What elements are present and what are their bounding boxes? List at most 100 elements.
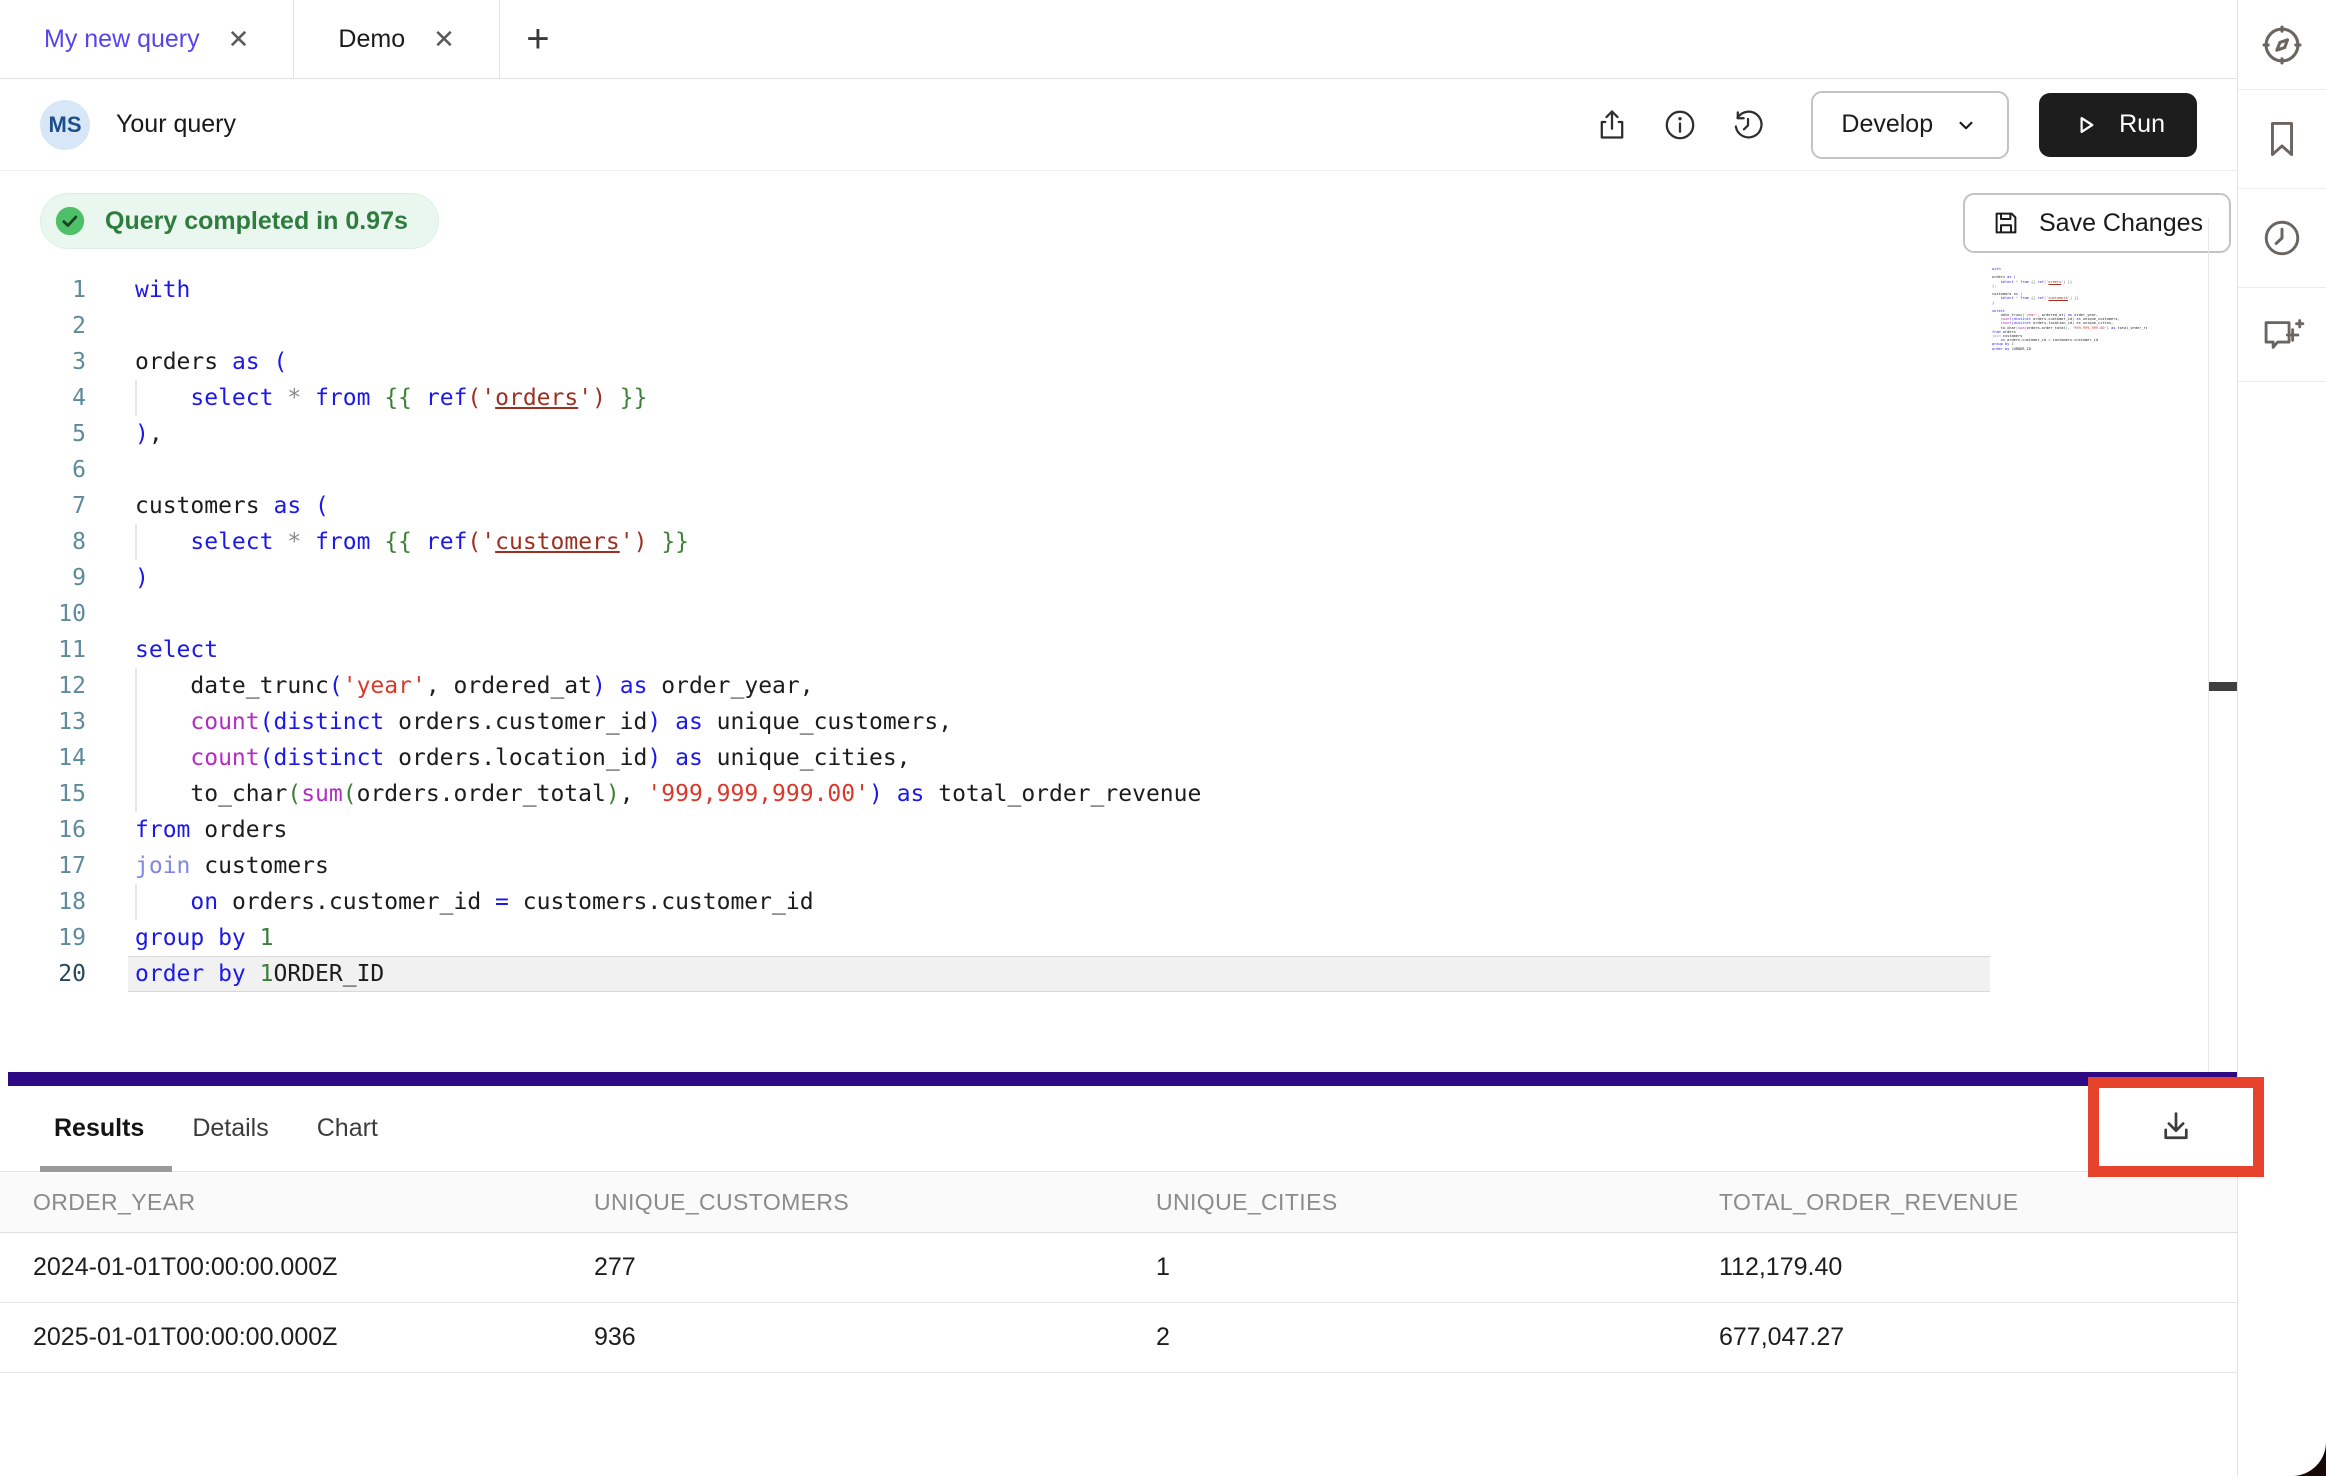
history-icon[interactable]	[1725, 102, 1771, 148]
download-icon	[2157, 1108, 2195, 1146]
info-icon[interactable]	[1657, 102, 1703, 148]
close-icon[interactable]: ✕	[433, 26, 455, 52]
code-line[interactable]: 3 orders as (	[0, 344, 2208, 380]
editor-scrollbar-thumb[interactable]	[2209, 682, 2237, 691]
pane-resize-divider[interactable]	[8, 1072, 2237, 1086]
column-header[interactable]: UNIQUE_CITIES	[1156, 1189, 1719, 1216]
code-text: select * from {{ ref('orders') }}	[135, 380, 647, 416]
code-text: group by 1	[135, 920, 274, 956]
column-header[interactable]: TOTAL_ORDER_REVENUE	[1719, 1189, 2237, 1216]
code-text: customers as (	[135, 488, 329, 524]
develop-button[interactable]: Develop	[1811, 91, 2009, 159]
compass-icon[interactable]	[2238, 0, 2326, 90]
line-number: 15	[0, 776, 86, 812]
save-changes-button[interactable]: Save Changes	[1963, 193, 2231, 253]
line-number: 8	[0, 524, 86, 560]
code-text: date_trunc('year', ordered_at) as order_…	[135, 668, 814, 704]
code-line[interactable]: 9)	[0, 560, 2208, 596]
sql-editor[interactable]: 1with23orders as (4 select * from {{ ref…	[0, 272, 2208, 992]
run-label: Run	[2119, 110, 2165, 139]
line-number: 12	[0, 668, 86, 704]
close-icon[interactable]: ✕	[228, 26, 250, 52]
results-table-header: ORDER_YEARUNIQUE_CUSTOMERSUNIQUE_CITIEST…	[0, 1173, 2237, 1233]
clock-icon[interactable]	[2238, 189, 2326, 288]
save-icon	[1991, 208, 2021, 238]
code-line[interactable]: 2	[0, 308, 2208, 344]
tab-bar: My new query ✕ Demo ✕ +	[0, 0, 2237, 79]
code-line[interactable]: 5),	[0, 416, 2208, 452]
tab-demo[interactable]: Demo ✕	[294, 0, 499, 78]
run-button[interactable]: Run	[2039, 93, 2197, 157]
code-text: from orders	[135, 812, 287, 848]
code-line[interactable]: 12 date_trunc('year', ordered_at) as ord…	[0, 668, 2208, 704]
results-tab-results[interactable]: Results	[54, 1114, 144, 1143]
code-text: join customers	[135, 848, 329, 884]
editor-scrollbar-track	[2208, 218, 2209, 1072]
code-line[interactable]: 13 count(distinct orders.customer_id) as…	[0, 704, 2208, 740]
code-line[interactable]: 4 select * from {{ ref('orders') }}	[0, 380, 2208, 416]
check-circle-icon	[53, 204, 87, 238]
code-line[interactable]: 8 select * from {{ ref('customers') }}	[0, 524, 2208, 560]
code-text: on orders.customer_id = customers.custom…	[135, 884, 814, 920]
table-cell: 2024-01-01T00:00:00.000Z	[33, 1253, 594, 1282]
table-cell: 677,047.27	[1719, 1323, 2237, 1352]
tab-label: Demo	[338, 25, 405, 54]
code-line[interactable]: 19group by 1	[0, 920, 2208, 956]
avatar: MS	[40, 100, 90, 150]
code-line[interactable]: 6	[0, 452, 2208, 488]
active-tab-underline	[40, 1166, 172, 1172]
code-line[interactable]: 15 to_char(sum(orders.order_total), '999…	[0, 776, 2208, 812]
line-number: 14	[0, 740, 86, 776]
current-line-highlight	[128, 956, 1990, 992]
code-line[interactable]: 11select	[0, 632, 2208, 668]
line-number: 1	[0, 272, 86, 308]
line-number: 20	[0, 956, 86, 992]
chevron-down-icon	[1953, 112, 1979, 138]
column-header[interactable]: ORDER_YEAR	[33, 1189, 594, 1216]
table-cell: 277	[594, 1253, 1156, 1282]
chat-sparkle-icon[interactable]	[2238, 288, 2326, 382]
query-header: MS Your query Develop Run	[0, 79, 2237, 171]
query-title: Your query	[116, 110, 236, 139]
table-cell: 936	[594, 1323, 1156, 1352]
code-text: select	[135, 632, 218, 668]
code-line[interactable]: 1 with	[0, 272, 2208, 308]
line-number: 4	[0, 380, 86, 416]
query-status-badge: Query completed in 0.97s	[40, 193, 439, 249]
results-tab-chart[interactable]: Chart	[317, 1114, 378, 1143]
annotation-highlight-box	[2088, 1077, 2264, 1177]
share-icon[interactable]	[1589, 102, 1635, 148]
code-line[interactable]: 17 join customers	[0, 848, 2208, 884]
line-number: 3	[0, 344, 86, 380]
code-text: ),	[135, 416, 163, 452]
column-header[interactable]: UNIQUE_CUSTOMERS	[594, 1189, 1156, 1216]
line-number: 5	[0, 416, 86, 452]
code-line[interactable]: 16from orders	[0, 812, 2208, 848]
results-tab-bar: Results Details Chart	[0, 1086, 2237, 1172]
code-text: with	[135, 272, 190, 308]
code-line[interactable]: 20order by 1ORDER_ID	[0, 956, 2208, 992]
code-line[interactable]: 18 on orders.customer_id = customers.cus…	[0, 884, 2208, 920]
tab-label: My new query	[44, 25, 200, 54]
new-tab-button[interactable]: +	[500, 0, 576, 78]
play-icon	[2071, 110, 2101, 140]
table-row[interactable]: 2024-01-01T00:00:00.000Z2771112,179.40	[0, 1233, 2237, 1303]
line-number: 2	[0, 308, 86, 344]
code-line[interactable]: 10	[0, 596, 2208, 632]
code-line[interactable]: 14 count(distinct orders.location_id) as…	[0, 740, 2208, 776]
code-text: select * from {{ ref('customers') }}	[135, 524, 689, 560]
download-results-button[interactable]	[2157, 1108, 2195, 1146]
results-tab-details[interactable]: Details	[192, 1114, 268, 1143]
table-cell: 2025-01-01T00:00:00.000Z	[33, 1323, 594, 1352]
line-number: 6	[0, 452, 86, 488]
code-text: orders as (	[135, 344, 287, 380]
line-number: 10	[0, 596, 86, 632]
save-label: Save Changes	[2039, 209, 2203, 238]
line-number: 17	[0, 848, 86, 884]
tab-my-new-query[interactable]: My new query ✕	[0, 0, 294, 78]
bookmark-icon[interactable]	[2238, 90, 2326, 189]
table-cell: 1	[1156, 1253, 1719, 1282]
code-line[interactable]: 7customers as (	[0, 488, 2208, 524]
table-row[interactable]: 2025-01-01T00:00:00.000Z9362677,047.27	[0, 1303, 2237, 1373]
minimap[interactable]: withorders as ( select * from {{ ref('or…	[1992, 267, 2147, 355]
